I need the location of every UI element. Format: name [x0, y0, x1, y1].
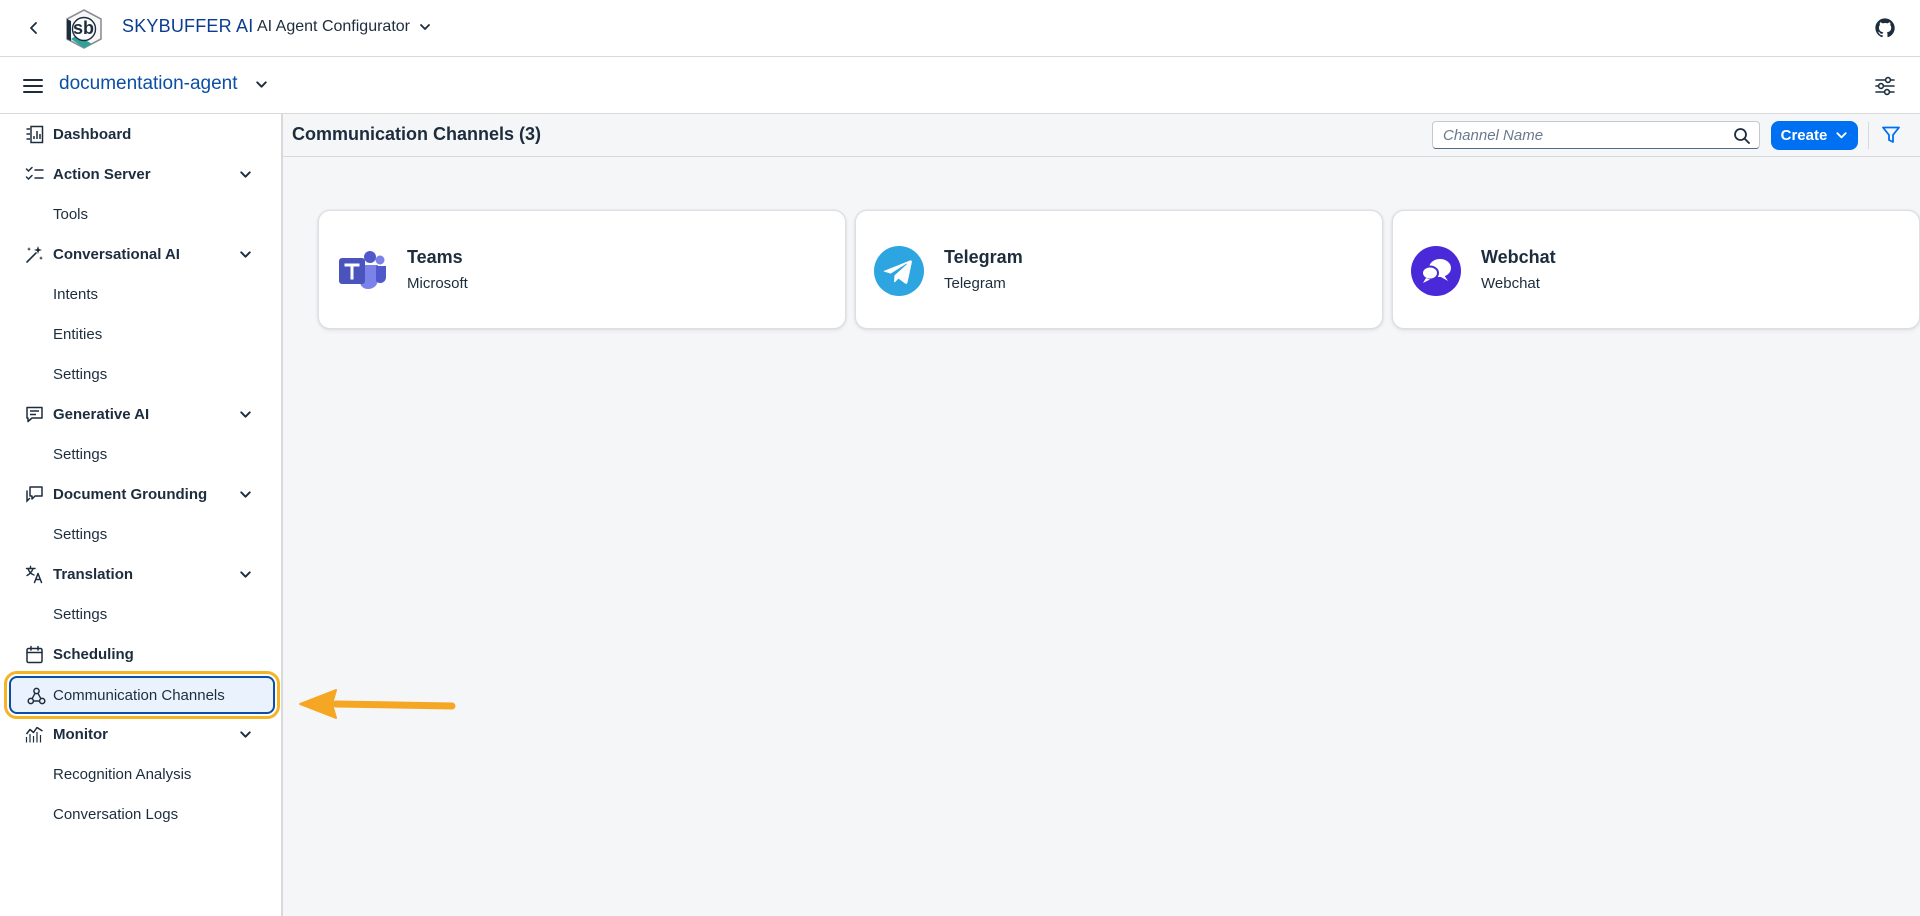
sidebar-item-label: Recognition Analysis — [53, 765, 192, 783]
logo-monogram: sb — [73, 18, 95, 38]
search-input[interactable] — [1443, 126, 1723, 144]
side-navigation: Dashboard Action Server Tools Conversati… — [0, 114, 283, 916]
page-toolbar: Communication Channels (3) Create — [283, 114, 1920, 157]
search-field[interactable] — [1432, 121, 1760, 149]
network-icon — [27, 687, 46, 705]
card-subtitle: Webchat — [1481, 275, 1540, 292]
shell-bar: sb SKYBUFFER AI AI Agent Configurator — [0, 0, 1920, 57]
annotation-arrow-icon — [299, 689, 456, 719]
sidebar-item-label: Settings — [53, 445, 108, 463]
sidebar-item-label: Translation — [53, 565, 134, 583]
card-title: Teams — [407, 247, 463, 267]
page-title: Communication Channels (3) — [292, 124, 542, 144]
sidebar-item-communication-channels[interactable]: Communication Channels — [4, 671, 280, 719]
sidebar-item-intents[interactable]: Intents — [0, 274, 281, 314]
channel-card-webchat[interactable]: Webchat Webchat — [1392, 210, 1920, 329]
sidebar-item-translation-settings[interactable]: Settings — [0, 594, 281, 634]
chevron-down-icon — [255, 80, 267, 88]
chevron-down-icon[interactable] — [238, 407, 253, 422]
sidebar-item-label: Settings — [53, 605, 108, 623]
sidebar-item-label: Dashboard — [53, 125, 132, 143]
card-title: Telegram — [944, 247, 1023, 267]
sidebar-item-action-server[interactable]: Action Server — [0, 154, 281, 194]
sidebar-item-scheduling[interactable]: Scheduling — [0, 634, 281, 674]
filter-icon[interactable] — [1880, 124, 1902, 146]
calendar-icon — [26, 645, 43, 664]
card-subtitle: Telegram — [944, 275, 1006, 292]
checklist-icon — [25, 166, 44, 181]
sidebar-item-translation[interactable]: Translation — [0, 554, 281, 594]
webchat-icon — [1411, 246, 1461, 296]
main-content: Communication Channels (3) Create Teams — [283, 114, 1920, 916]
sidebar-item-label: Settings — [53, 525, 108, 543]
sidebar-item-grounding-settings[interactable]: Settings — [0, 514, 281, 554]
create-button[interactable]: Create — [1771, 121, 1858, 150]
toolbar-divider — [1868, 122, 1869, 149]
chevron-left-icon — [30, 22, 37, 34]
sidebar-item-tools[interactable]: Tools — [0, 194, 281, 234]
sidebar-item-label: Document Grounding — [53, 485, 208, 503]
chevron-down-icon[interactable] — [238, 247, 253, 262]
sidebar-item-conversational-settings[interactable]: Settings — [0, 354, 281, 394]
create-button-label: Create — [1780, 127, 1828, 144]
chat-bubble-icon — [26, 406, 43, 423]
agent-name: documentation-agent — [59, 73, 238, 94]
chart-line-icon — [25, 726, 43, 743]
sidebar-item-label: Monitor — [53, 725, 108, 743]
dashboard-icon — [26, 125, 44, 144]
chevron-down-icon — [1836, 132, 1847, 139]
agent-selector[interactable]: documentation-agent — [59, 73, 269, 95]
app-menu-label: AI Agent Configurator — [257, 18, 410, 35]
channel-card-teams[interactable]: Teams Microsoft — [318, 210, 846, 329]
sidebar-item-dashboard[interactable]: Dashboard — [0, 114, 281, 154]
hamburger-menu-icon[interactable] — [22, 75, 44, 97]
app-menu-button[interactable]: AI Agent Configurator — [257, 18, 432, 36]
translate-icon — [25, 565, 43, 584]
chevron-down-icon[interactable] — [238, 167, 253, 182]
card-title: Webchat — [1481, 247, 1556, 267]
sidebar-item-monitor[interactable]: Monitor — [0, 714, 281, 754]
back-button[interactable] — [22, 16, 46, 40]
sidebar-item-document-grounding[interactable]: Document Grounding — [0, 474, 281, 514]
sidebar-item-label: Generative AI — [53, 405, 150, 423]
sidebar-item-label: Conversation Logs — [53, 805, 179, 823]
card-subtitle: Microsoft — [407, 275, 468, 292]
github-icon[interactable] — [1874, 17, 1896, 39]
sub-header: documentation-agent — [0, 57, 1920, 114]
channel-card-telegram[interactable]: Telegram Telegram — [855, 210, 1383, 329]
sidebar-item-label: Conversational AI — [53, 245, 180, 263]
chevron-down-icon[interactable] — [238, 727, 253, 742]
sidebar-item-generative-ai[interactable]: Generative AI — [0, 394, 281, 434]
sidebar-item-conversation-logs[interactable]: Conversation Logs — [0, 794, 281, 834]
sidebar-item-entities[interactable]: Entities — [0, 314, 281, 354]
telegram-icon — [874, 246, 924, 296]
document-chat-icon — [26, 486, 43, 503]
sidebar-item-recognition-analysis[interactable]: Recognition Analysis — [0, 754, 281, 794]
sidebar-item-label: Entities — [53, 325, 103, 343]
search-icon[interactable] — [1733, 127, 1751, 145]
sidebar-item-conversational-ai[interactable]: Conversational AI — [0, 234, 281, 274]
chevron-down-icon[interactable] — [238, 567, 253, 582]
sparkle-icon — [26, 246, 43, 263]
chevron-down-icon[interactable] — [238, 487, 253, 502]
sidebar-item-label: Settings — [53, 365, 108, 383]
sidebar-item-label: Intents — [53, 285, 99, 303]
sidebar-item-label: Action Server — [53, 165, 151, 183]
settings-sliders-icon[interactable] — [1874, 75, 1896, 97]
brand-name: SKYBUFFER AI — [122, 16, 254, 36]
chevron-down-icon — [420, 24, 430, 30]
sidebar-item-label: Scheduling — [53, 645, 134, 663]
sidebar-item-label: Communication Channels — [53, 686, 225, 704]
sidebar-item-generative-settings[interactable]: Settings — [0, 434, 281, 474]
teams-icon — [339, 251, 386, 289]
sidebar-item-label: Tools — [53, 205, 89, 223]
